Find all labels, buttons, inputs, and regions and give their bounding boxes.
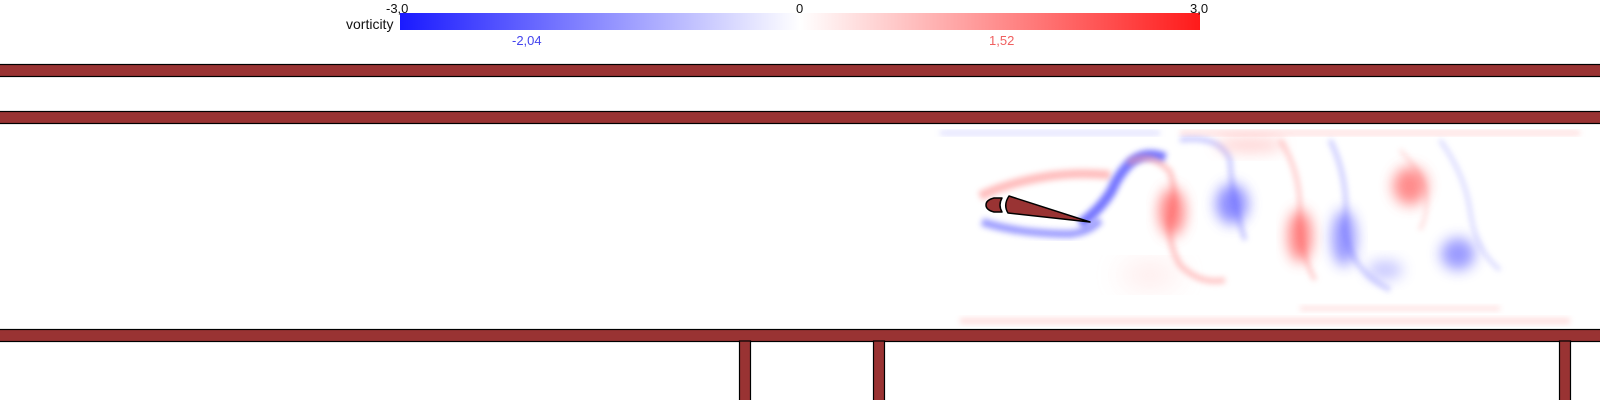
colorbar-positive-marker: 1,52: [989, 33, 1015, 48]
channel-walls: [0, 63, 1600, 400]
vorticity-colorbar: -3,0 0 3,0 vorticity -2,04 1,52: [0, 0, 1600, 56]
support-post-1: [738, 340, 752, 400]
colorbar-negative-marker: -2,04: [512, 33, 542, 48]
colorbar-min-label: -3,0: [386, 1, 409, 16]
support-post-2: [872, 340, 886, 400]
airfoil: [985, 195, 1091, 223]
airfoil-body: [1005, 195, 1091, 223]
wall-shear-layers: [940, 131, 1580, 324]
colorbar-max-label: 3,0: [1190, 1, 1209, 16]
bottom-wall: [0, 328, 1600, 343]
colorbar-mid-label: 0: [796, 1, 804, 16]
airfoil-leading-edge: [985, 197, 1003, 213]
flow-visualization: [0, 63, 1600, 400]
top-outer-wall: [0, 63, 1600, 78]
top-inner-wall: [0, 110, 1600, 125]
support-post-3: [1558, 340, 1572, 400]
colorbar-title: vorticity: [346, 16, 394, 32]
